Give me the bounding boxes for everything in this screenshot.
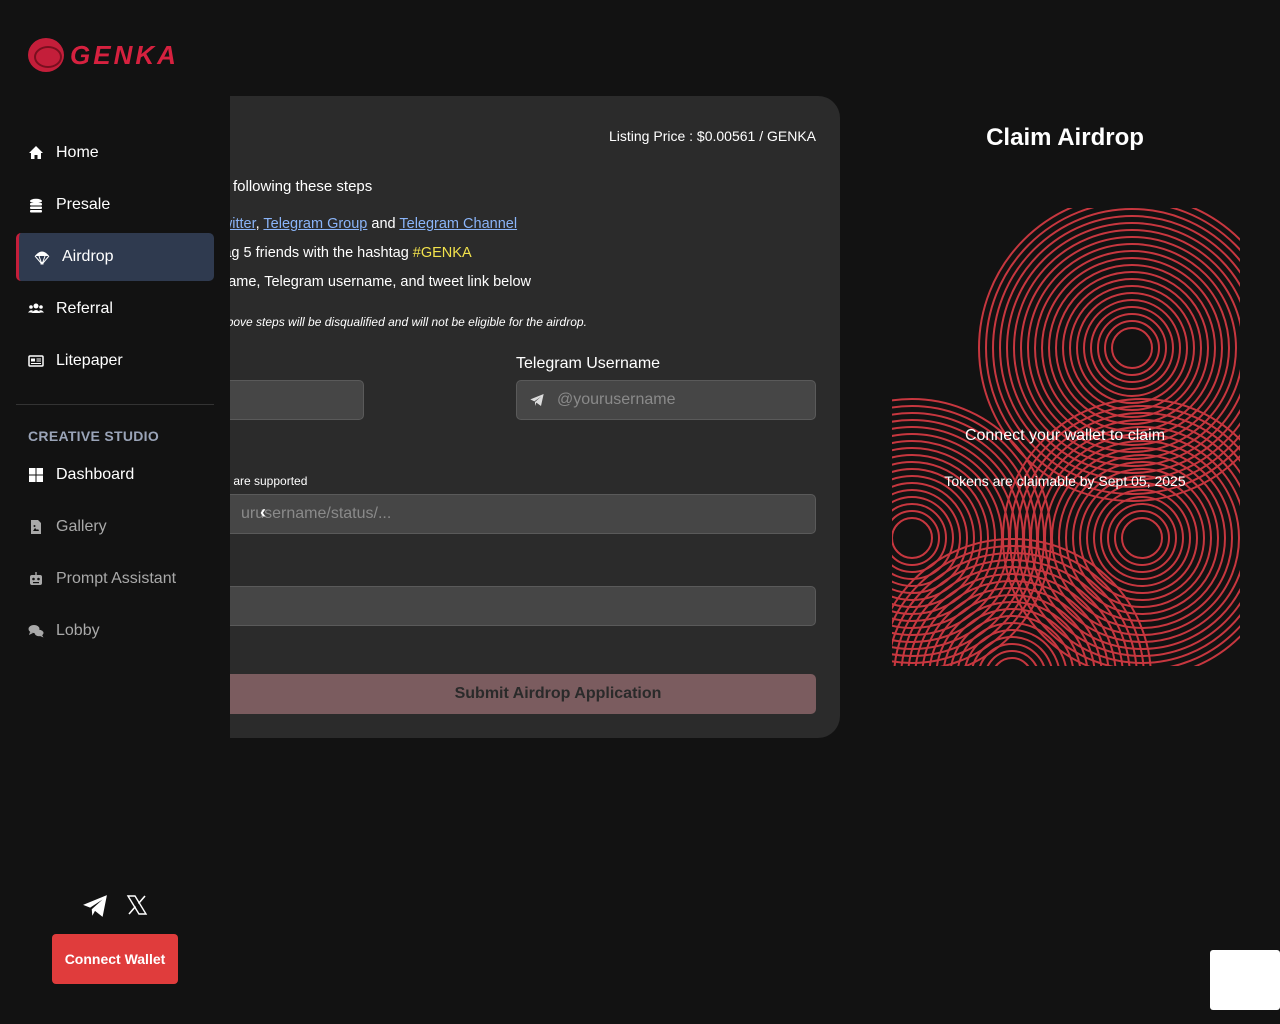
telegram-icon xyxy=(530,394,544,406)
robot-icon xyxy=(28,571,44,587)
submit-airdrop-button[interactable]: Submit Airdrop Application xyxy=(180,674,816,714)
logo[interactable]: GENKA xyxy=(28,38,179,72)
telegram-social-link[interactable] xyxy=(82,894,108,918)
newspaper-icon xyxy=(28,353,44,369)
submit-label: Submit Airdrop Application xyxy=(454,685,662,702)
step-text: st, tag 5 friends with the hashtag xyxy=(200,245,413,261)
sidebar-item-label: Prompt Assistant xyxy=(56,570,177,587)
sidebar-item-label: Presale xyxy=(56,196,111,213)
sidebar-item-dashboard[interactable]: Dashboard xyxy=(16,451,214,499)
wallet-address-input[interactable] xyxy=(180,586,816,626)
sidebar-item-prompt-assistant[interactable]: Prompt Assistant xyxy=(16,555,214,603)
telegram-placeholder: @yourusername xyxy=(557,391,676,408)
sidebar-item-gallery[interactable]: Gallery xyxy=(16,503,214,551)
logo-emblem-icon xyxy=(28,38,64,72)
connect-wallet-message: Connect your wallet to claim xyxy=(964,427,1166,444)
floating-widget[interactable] xyxy=(1210,950,1280,1010)
sidebar: GENKA Home Presale Airdrop Referral Lite… xyxy=(0,0,230,1024)
home-icon xyxy=(28,145,44,161)
step-separator: and xyxy=(367,216,400,232)
supported-note: m are supported xyxy=(220,474,308,488)
creative-studio-heading: CREATIVE STUDIO xyxy=(28,428,160,444)
sidebar-item-presale[interactable]: Presale xyxy=(16,181,214,229)
sidebar-item-lobby[interactable]: Lobby xyxy=(16,607,214,655)
telegram-channel-link[interactable]: Telegram Channel xyxy=(399,216,517,232)
sidebar-item-label: Airdrop xyxy=(62,248,114,265)
telegram-username-input[interactable]: @yourusername xyxy=(516,380,816,420)
claim-date-note: Tokens are claimable by Sept 05, 2025 xyxy=(944,473,1186,489)
x-social-link[interactable] xyxy=(126,894,148,916)
chat-icon xyxy=(28,623,44,639)
sidebar-item-home[interactable]: Home xyxy=(16,129,214,177)
disqualification-note: the above steps will be disqualified and… xyxy=(200,315,587,329)
steps-title: following these steps xyxy=(233,178,373,195)
chevron-left-icon[interactable]: ‹ xyxy=(260,502,266,523)
telegram-group-link[interactable]: Telegram Group xyxy=(263,216,367,232)
users-icon xyxy=(28,301,44,317)
sidebar-item-label: Lobby xyxy=(56,622,100,639)
sidebar-item-label: Referral xyxy=(56,300,113,317)
step-follow: X/Twitter, Telegram Group and Telegram C… xyxy=(200,216,517,232)
parachute-icon xyxy=(34,249,50,265)
image-file-icon xyxy=(28,519,44,535)
logo-text: GENKA xyxy=(70,39,179,70)
coins-icon xyxy=(28,197,44,213)
telegram-icon xyxy=(83,895,107,917)
grid-icon xyxy=(28,467,44,483)
listing-price: Listing Price : $0.00561 / GENKA xyxy=(609,128,816,144)
hashtag: #GENKA xyxy=(412,245,472,261)
sidebar-item-label: Gallery xyxy=(56,518,107,535)
sidebar-item-label: Home xyxy=(56,144,99,161)
connect-wallet-button[interactable]: Connect Wallet xyxy=(52,934,178,984)
step-tag-friends: st, tag 5 friends with the hashtag #GENK… xyxy=(200,245,472,261)
claim-airdrop-title: Claim Airdrop xyxy=(986,124,1144,151)
telegram-username-label: Telegram Username xyxy=(516,355,661,372)
sidebar-item-label: Dashboard xyxy=(56,466,135,483)
tweet-link-input[interactable]: urusername/status/... xyxy=(180,494,816,534)
sidebar-item-airdrop[interactable]: Airdrop xyxy=(16,233,214,281)
step-submit-details: sername, Telegram username, and tweet li… xyxy=(200,274,531,290)
sidebar-item-referral[interactable]: Referral xyxy=(16,285,214,333)
sidebar-item-litepaper[interactable]: Litepaper xyxy=(16,337,214,385)
x-logo-icon xyxy=(126,895,148,915)
sidebar-item-label: Litepaper xyxy=(56,352,123,369)
sidebar-divider xyxy=(16,404,214,405)
